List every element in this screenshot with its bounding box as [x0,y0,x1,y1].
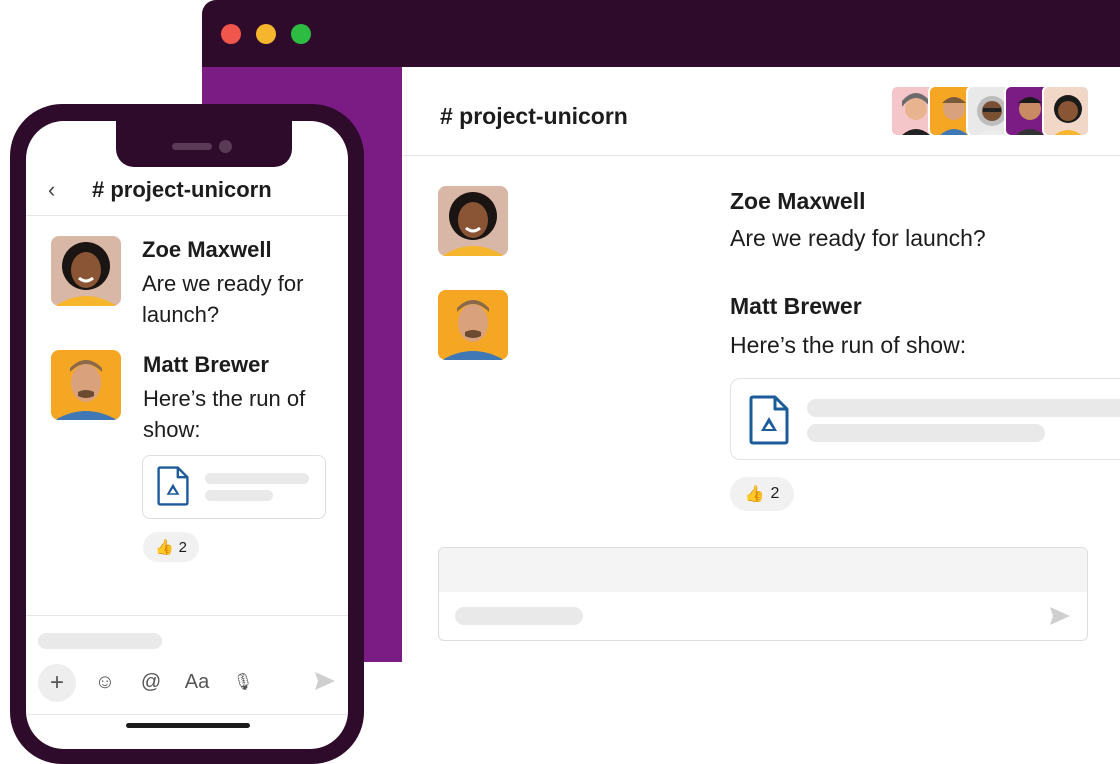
file-title-placeholder [807,399,1120,417]
home-indicator[interactable] [126,723,250,728]
channel-members[interactable] [890,85,1090,137]
file-meta-placeholder [205,490,273,501]
avatar-matt-brewer[interactable] [438,290,508,360]
message-author[interactable]: Matt Brewer [143,352,269,378]
message-composer[interactable] [438,547,1088,641]
channel-header: # project-unicorn [402,67,1120,156]
phone-screen: ‹ # project-unicorn Zoe Maxwell Are we r… [26,121,348,749]
window-titlebar [202,0,1120,67]
speaker-grille [172,143,212,150]
window-minimize-button[interactable] [256,24,276,44]
reaction-count: 2 [178,538,188,556]
front-camera [219,140,232,153]
channel-title[interactable]: # project-unicorn [440,103,628,130]
avatar-zoe-maxwell[interactable] [438,186,508,256]
message-text: Here’s the run of show: [143,386,306,442]
back-chevron-icon[interactable]: ‹ [48,177,55,203]
window-close-button[interactable] [221,24,241,44]
phone-notch [116,121,292,167]
channel-view: # project-unicorn Zoe Maxwell Are we rea… [402,67,1120,764]
phone-channel-header: ‹ # project-unicorn [26,167,348,216]
phone-device: ‹ # project-unicorn Zoe Maxwell Are we r… [10,104,364,764]
message-text: Here’s the run of show: [730,332,967,358]
message-author[interactable]: Matt Brewer [730,293,862,320]
mention-icon[interactable]: @ [138,668,164,696]
composer-input-placeholder[interactable] [455,607,583,625]
thumbs-up-icon: 👍 [744,486,765,503]
thumbs-up-reaction[interactable]: 👍 2 [143,532,199,562]
emoji-icon[interactable]: ☺ [92,668,118,696]
composer-formatting-bar [439,548,1087,592]
composer-input-placeholder[interactable] [38,633,162,649]
reaction-count: 2 [770,485,780,502]
window-maximize-button[interactable] [291,24,311,44]
send-icon[interactable] [314,671,336,691]
phone-channel-title[interactable]: # project-unicorn [92,177,272,203]
message-text: Are we ready for launch? [142,271,304,327]
file-title-placeholder [205,473,309,484]
file-attachment[interactable] [730,378,1120,460]
thumbs-up-reaction[interactable]: 👍 2 [730,477,794,511]
microphone-icon[interactable]: 🎙 [232,668,254,696]
message-text: Are we ready for launch? [730,225,986,251]
file-meta-placeholder [807,424,1045,442]
google-drive-file-icon [157,466,189,506]
plus-icon[interactable]: + [38,664,76,702]
text-format-icon[interactable]: Aa [182,668,212,696]
file-attachment[interactable] [142,455,326,519]
message-author[interactable]: Zoe Maxwell [142,237,272,263]
send-icon[interactable] [1049,606,1071,626]
avatar-matt-brewer[interactable] [51,350,121,420]
phone-message-composer[interactable]: + ☺ @ Aa 🎙 [26,615,348,715]
thumbs-up-icon: 👍 [154,539,174,556]
google-drive-file-icon [749,395,789,445]
message-author[interactable]: Zoe Maxwell [730,188,865,215]
member-avatar-5 [1042,85,1090,137]
avatar-zoe-maxwell[interactable] [51,236,121,306]
